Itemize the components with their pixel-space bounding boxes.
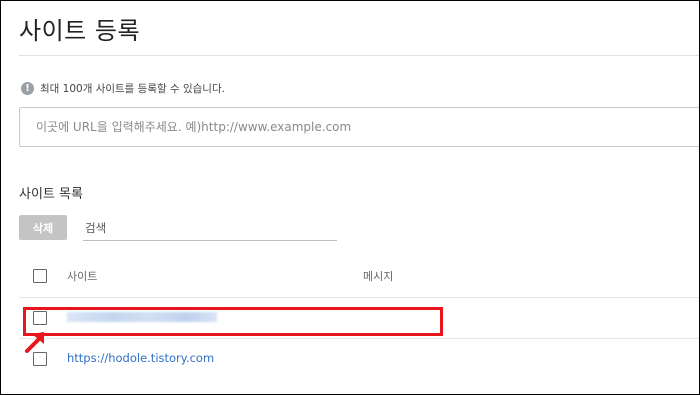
column-header-message: 메시지: [363, 270, 394, 283]
url-input[interactable]: [19, 107, 699, 147]
delete-button[interactable]: 삭제: [19, 215, 67, 240]
column-header-site: 사이트: [67, 270, 98, 283]
page-title: 사이트 등록: [19, 17, 141, 45]
red-arrow-icon: [25, 332, 44, 353]
site-registration-panel: 사이트 등록 ! 최대 100개 사이트를 등록할 수 있습니다. 사이트 목록…: [0, 0, 700, 395]
header-divider: [19, 297, 699, 298]
row-divider: [19, 338, 699, 339]
site-link[interactable]: https://hodole.tistory.com: [67, 351, 214, 365]
title-divider: [19, 55, 699, 56]
search-input[interactable]: [83, 216, 337, 241]
info-icon: !: [21, 82, 34, 95]
select-all-checkbox[interactable]: [33, 269, 47, 283]
highlight-box: [23, 307, 443, 336]
notice: ! 최대 100개 사이트를 등록할 수 있습니다.: [21, 81, 225, 96]
site-list-heading: 사이트 목록: [19, 187, 83, 202]
notice-text: 최대 100개 사이트를 등록할 수 있습니다.: [40, 83, 225, 95]
